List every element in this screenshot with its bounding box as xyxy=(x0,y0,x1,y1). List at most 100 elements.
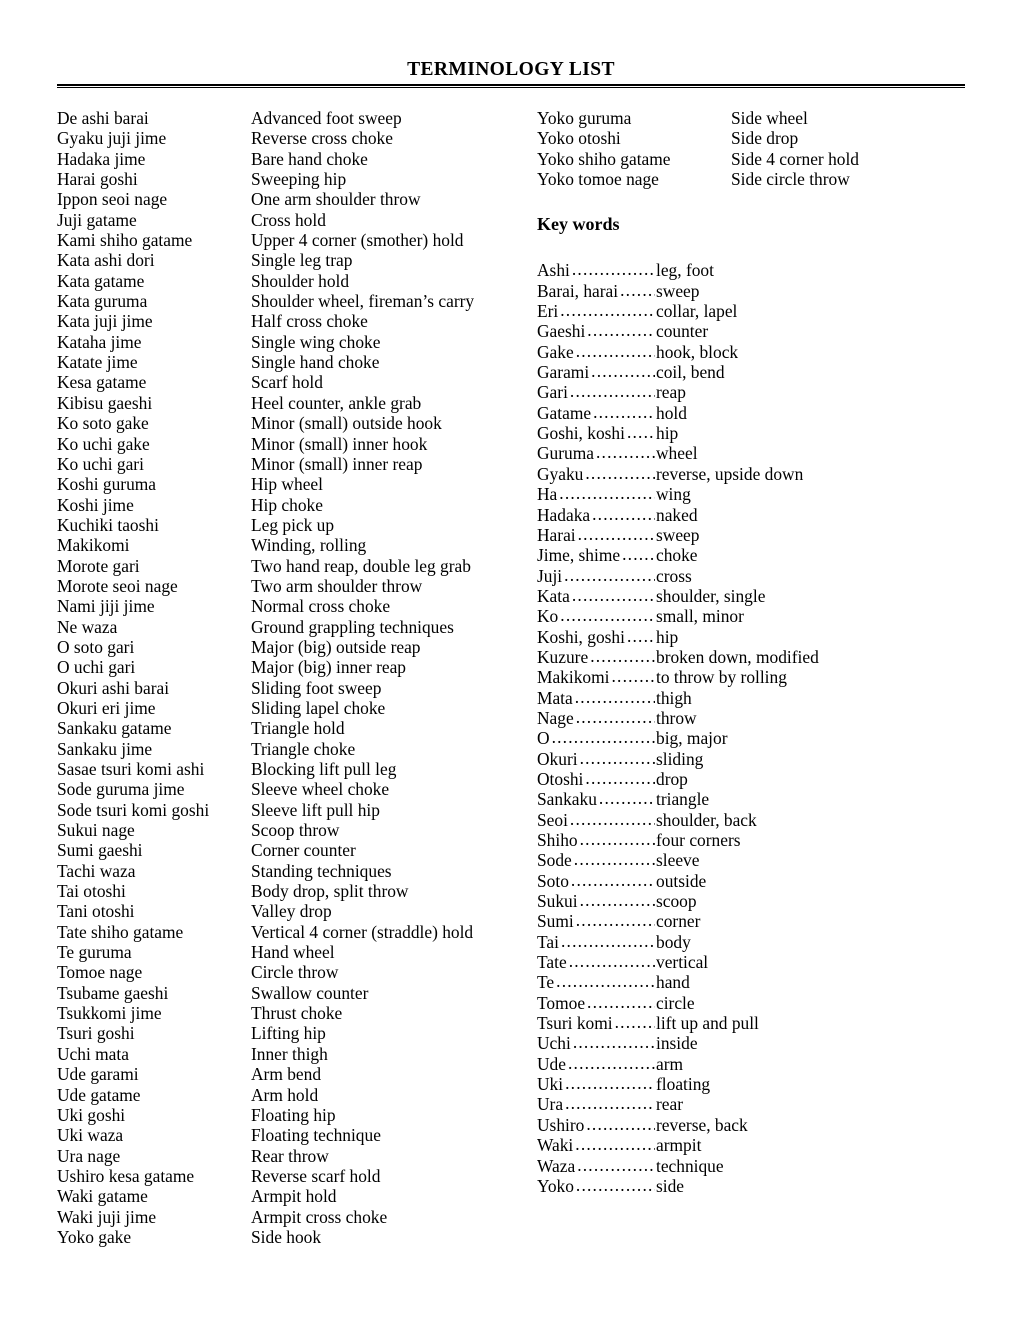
terminology-row: Makikomi Winding, rolling xyxy=(57,535,517,555)
keyword-definition: triangle xyxy=(656,789,710,810)
terminology-row: Ude garami Arm bend xyxy=(57,1064,517,1084)
dot-leader xyxy=(576,708,655,727)
keyword-row: Shiho four corners xyxy=(537,830,967,850)
keyword-term: Uki xyxy=(537,1074,564,1095)
keyword-row: Kuzure broken down, modified xyxy=(537,647,967,667)
term-english: Hip choke xyxy=(251,494,323,515)
terminology-row: Yoko guruma Side wheel xyxy=(537,108,967,128)
terminology-row: Ura nage Rear throw xyxy=(57,1146,517,1166)
keyword-term: Sankaku xyxy=(537,789,597,810)
terminology-row: Yoko otoshi Side drop xyxy=(537,128,967,148)
dot-leader xyxy=(568,1054,655,1073)
keyword-definition: hand xyxy=(656,972,690,993)
term-japanese: Tsukkomi jime xyxy=(57,1003,162,1024)
dot-leader xyxy=(576,911,655,930)
term-english: Hip wheel xyxy=(251,474,323,495)
keyword-row: Gari reap xyxy=(537,382,967,402)
keyword-term: Juji xyxy=(537,565,563,586)
term-japanese: Tsuri goshi xyxy=(57,1023,135,1044)
term-english: Blocking lift pull leg xyxy=(251,759,397,779)
dot-leader xyxy=(575,688,655,707)
keyword-row: Ashi leg, foot xyxy=(537,260,967,280)
dot-leader xyxy=(611,667,655,686)
term-japanese: Sankaku jime xyxy=(57,738,153,759)
terminology-row: Kesa gatame Scarf hold xyxy=(57,372,517,392)
term-japanese: Koshi jime xyxy=(57,494,134,515)
keyword-row: Seoi shoulder, back xyxy=(537,810,967,830)
term-english: Single leg trap xyxy=(251,250,353,271)
keyword-definition: big, major xyxy=(656,728,728,749)
terminology-row: Waki juji jime Armpit cross choke xyxy=(57,1207,517,1227)
term-english: Scoop throw xyxy=(251,820,340,841)
dot-leader xyxy=(571,871,655,890)
term-japanese: Kataha jime xyxy=(57,331,142,352)
keyword-row: Otoshi drop xyxy=(537,769,967,789)
keyword-definition: coil, bend xyxy=(656,362,725,383)
keyword-definition: technique xyxy=(656,1155,724,1176)
keyword-definition: outside xyxy=(656,870,707,891)
keyword-definition: wing xyxy=(656,484,691,505)
keyword-definition: armpit xyxy=(656,1135,702,1156)
term-japanese: Harai goshi xyxy=(57,169,138,190)
term-english: Ground grappling techniques xyxy=(251,616,454,637)
term-english: Side circle throw xyxy=(731,169,850,190)
keyword-row: Uchi inside xyxy=(537,1033,967,1053)
dot-leader xyxy=(580,891,655,910)
keyword-definition: hip xyxy=(656,423,679,444)
term-english: Floating technique xyxy=(251,1125,381,1146)
term-english: Swallow counter xyxy=(251,982,369,1003)
keywords-section-header: Key words xyxy=(537,215,967,233)
keyword-term: Okuri xyxy=(537,748,578,769)
terminology-row: Ushiro kesa gatame Reverse scarf hold xyxy=(57,1166,517,1186)
terminology-row: Okuri ashi barai Sliding foot sweep xyxy=(57,678,517,698)
term-english: Vertical 4 corner (straddle) hold xyxy=(251,921,474,942)
keyword-term: Soto xyxy=(537,870,569,891)
terminology-row: Yoko gake Side hook xyxy=(57,1227,517,1247)
keyword-term: Waki xyxy=(537,1135,574,1156)
keyword-term: Seoi xyxy=(537,809,568,830)
term-japanese: Kata ashi dori xyxy=(57,250,155,271)
term-english: Armpit cross choke xyxy=(251,1206,388,1227)
keyword-term: Gari xyxy=(537,382,568,403)
keyword-definition: small, minor xyxy=(656,606,744,627)
terminology-row: O soto gari Major (big) outside reap xyxy=(57,637,517,657)
keyword-definition: choke xyxy=(656,545,698,566)
keyword-term: Ushiro xyxy=(537,1114,585,1135)
dot-leader xyxy=(585,464,655,483)
terminology-row: Ude gatame Arm hold xyxy=(57,1085,517,1105)
keyword-definition: counter xyxy=(656,321,709,342)
dot-leader xyxy=(552,728,655,747)
term-english: Corner counter xyxy=(251,840,356,861)
keyword-definition: shoulder, back xyxy=(656,809,757,830)
terminology-row: Katate jime Single hand choke xyxy=(57,352,517,372)
term-japanese: Kami shiho gatame xyxy=(57,230,193,251)
keyword-term: Ha xyxy=(537,484,558,505)
term-english: Minor (small) inner hook xyxy=(251,433,428,454)
keyword-row: Ushiro reverse, back xyxy=(537,1115,967,1135)
keyword-term: Mata xyxy=(537,687,573,708)
keyword-term: Hadaka xyxy=(537,504,591,525)
keyword-row: Nage throw xyxy=(537,708,967,728)
terminology-row: Te guruma Hand wheel xyxy=(57,942,517,962)
term-english: Rear throw xyxy=(251,1145,329,1166)
keyword-term: Ko xyxy=(537,606,559,627)
keywords-heading: Key words xyxy=(537,214,620,235)
term-japanese: O soto gari xyxy=(57,636,135,657)
keyword-term: Otoshi xyxy=(537,768,584,789)
terminology-row: Ko uchi gake Minor (small) inner hook xyxy=(57,434,517,454)
term-english: Sleeve lift pull hip xyxy=(251,799,380,820)
keyword-row: Okuri sliding xyxy=(537,749,967,769)
keyword-definition: circle xyxy=(656,992,695,1013)
term-japanese: Tani otoshi xyxy=(57,901,135,922)
term-japanese: Yoko shiho gatame xyxy=(537,148,671,169)
keyword-definition: arm xyxy=(656,1053,684,1074)
term-japanese: Yoko gake xyxy=(57,1226,132,1247)
term-japanese: Tachi waza xyxy=(57,860,136,881)
term-japanese: Sumi gaeshi xyxy=(57,840,143,861)
terminology-row: Waki gatame Armpit hold xyxy=(57,1186,517,1206)
term-english: Circle throw xyxy=(251,962,339,983)
term-english: Major (big) inner reap xyxy=(251,657,407,678)
keyword-term: Yoko xyxy=(537,1175,574,1196)
term-english: Sleeve wheel choke xyxy=(251,779,390,800)
terminology-row: Ne waza Ground grappling techniques xyxy=(57,617,517,637)
